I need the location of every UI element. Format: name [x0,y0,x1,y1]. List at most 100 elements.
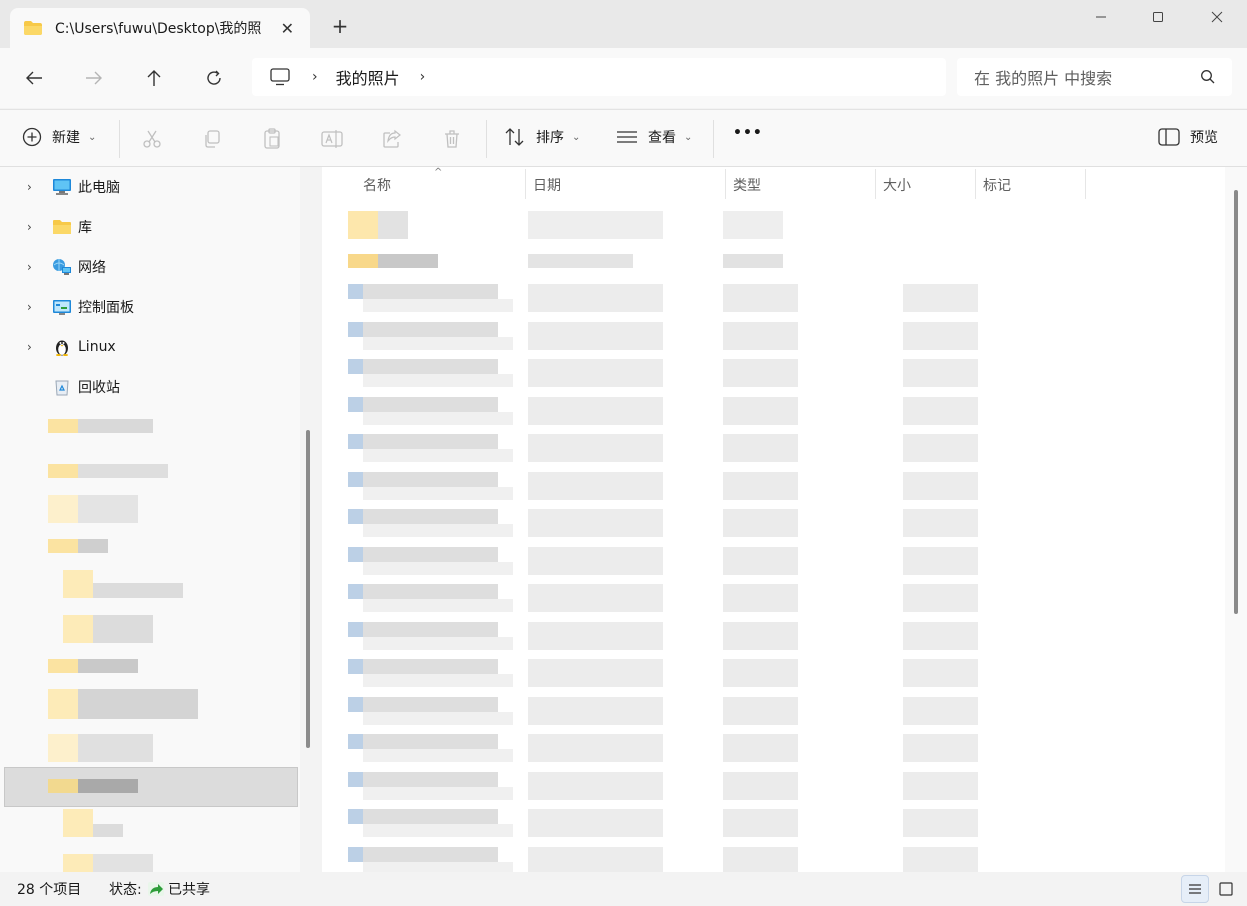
back-button[interactable] [20,64,48,92]
obscured-file-name [363,547,498,562]
breadcrumb-chevron-icon[interactable]: › [420,69,426,85]
obscured-file-name [363,434,498,449]
sort-button[interactable]: 排序 ⌄ [504,127,580,147]
column-header-tags[interactable]: 标记 [983,175,1011,195]
obscured-file-name [363,772,498,787]
expand-chevron-icon[interactable]: › [27,300,32,314]
active-tab[interactable]: C:\Users\fuwu\Desktop\我的照片 ✕ [10,8,310,48]
breadcrumb-chevron-icon[interactable]: › [312,69,318,85]
obscured-file-name [363,284,498,299]
expand-chevron-icon[interactable]: › [27,180,32,194]
obscured-image-icon [348,284,363,299]
sidebar-item-recycle-bin[interactable]: 回收站 [0,367,300,407]
sidebar-item-control-panel[interactable]: › 控制面板 [0,287,300,327]
obscured-image-icon [348,434,363,449]
breadcrumb-my-photos[interactable]: 我的照片 [336,65,400,89]
sidebar-scrollbar[interactable] [306,430,310,748]
share-button[interactable] [381,127,403,151]
column-divider[interactable] [725,169,726,199]
trash-icon [445,130,459,148]
column-divider[interactable] [525,169,526,199]
obscured-date [528,397,663,425]
view-button[interactable]: 查看 ⌄ [616,127,692,147]
up-button[interactable] [140,64,168,92]
item-count: 28 个项目 [17,882,82,898]
copy-icon [205,130,220,148]
obscured-folder-icon [48,495,78,523]
obscured-type [723,584,798,612]
obscured-size [903,659,978,687]
sidebar-item-linux[interactable]: › Linux [0,327,300,367]
obscured-image-icon [348,509,363,524]
obscured-date [528,847,663,872]
obscured-file-name [363,412,513,425]
obscured-file-name [363,449,513,462]
obscured-file-name [363,509,498,524]
file-list-scrollbar[interactable] [1234,190,1238,614]
column-divider[interactable] [1085,169,1086,199]
obscured-size [903,434,978,462]
more-options-button[interactable]: ••• [733,125,763,141]
minimize-button[interactable] [1086,6,1116,30]
tab-close-icon[interactable]: ✕ [281,19,294,38]
obscured-date [528,359,663,387]
address-field[interactable]: › 我的照片 › [252,58,946,96]
obscured-file-name [363,787,513,800]
details-view-button[interactable] [1181,875,1209,903]
column-divider[interactable] [975,169,976,199]
obscured-file-name [363,637,513,650]
delete-button[interactable] [441,127,463,151]
column-header-date[interactable]: 日期 [533,175,561,195]
column-header-size[interactable]: 大小 [883,175,911,195]
obscured-image-icon [348,809,363,824]
obscured-image-icon [348,659,363,674]
column-header-name[interactable]: 名称 [363,175,391,195]
sidebar-item-label: 网络 [78,260,106,276]
search-input[interactable]: 在 我的照片 中搜索 [974,65,1200,89]
obscured-file-name [363,734,498,749]
details-view-icon [1189,884,1201,894]
paste-button[interactable] [261,127,283,151]
obscured-size [903,584,978,612]
obscured-file-name [378,254,438,268]
obscured-type [723,434,798,462]
new-button[interactable]: 新建 ⌄ [22,127,96,147]
file-list: ^ 名称 日期 类型 大小 标记 [322,167,1225,872]
obscured-date [528,584,663,612]
sidebar-item-libraries[interactable]: › 库 [0,207,300,247]
obscured-image-icon [348,547,363,562]
obscured-file-name [363,824,513,837]
arrow-up-icon [147,70,161,86]
search-box[interactable]: 在 我的照片 中搜索 [957,58,1232,96]
obscured-size [903,772,978,800]
close-window-button[interactable] [1202,6,1232,30]
expand-chevron-icon[interactable]: › [27,340,32,354]
sidebar-item-network[interactable]: › 网络 [0,247,300,287]
forward-button[interactable] [80,64,108,92]
obscured-type [723,847,798,872]
sidebar-item-this-pc[interactable]: › 此电脑 [0,167,300,207]
tiles-view-button[interactable] [1212,875,1240,903]
obscured-folder-icon [48,464,78,478]
column-header-type[interactable]: 类型 [733,175,761,195]
preview-pane-button[interactable]: 预览 [1158,127,1218,147]
obscured-size [903,359,978,387]
maximize-button[interactable] [1143,6,1173,30]
expand-chevron-icon[interactable]: › [27,220,32,234]
obscured-folder-icon [63,854,93,872]
copy-button[interactable] [201,127,223,151]
search-icon [1201,70,1215,84]
expand-chevron-icon[interactable]: › [27,260,32,274]
new-label: 新建 [52,130,80,146]
obscured-folder-icon [48,659,78,673]
obscured-label [93,615,153,643]
obscured-image-icon [348,847,363,862]
rename-button[interactable] [321,127,343,151]
refresh-button[interactable] [200,64,228,92]
status-value: 已共享 [168,882,210,898]
obscured-type [723,254,783,268]
column-divider[interactable] [875,169,876,199]
new-tab-button[interactable]: + [330,16,350,36]
control-panel-icon [53,300,71,315]
cut-button[interactable] [141,127,163,151]
